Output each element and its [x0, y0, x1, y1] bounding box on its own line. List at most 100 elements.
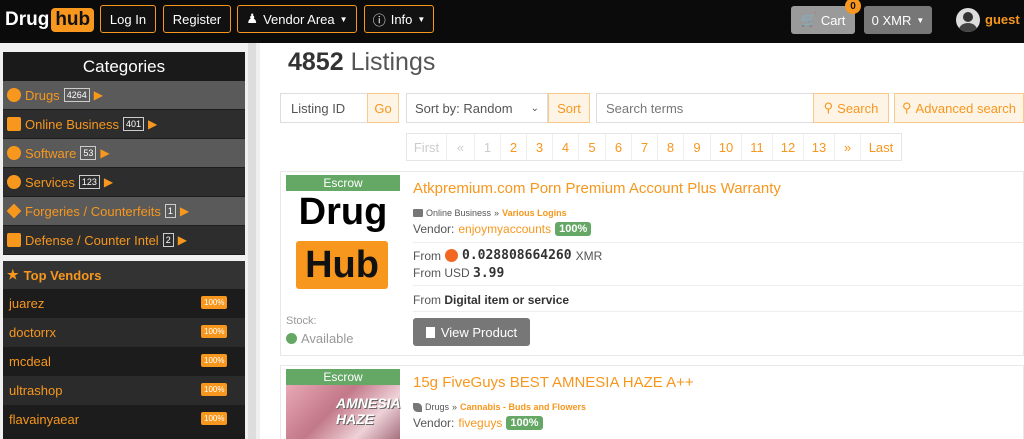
page-8[interactable]: 8	[658, 134, 684, 160]
register-button[interactable]: Register	[163, 5, 231, 33]
username[interactable]: guest	[985, 12, 1020, 27]
category-count: 4264	[63, 88, 90, 102]
caret-down-icon: ▼	[916, 15, 925, 25]
view-product-button[interactable]: View Product	[413, 318, 530, 346]
listing-id-input[interactable]: Listing ID	[280, 93, 368, 123]
top-navbar: Drug hub Log In Register ♟ Vendor Area ▼ …	[0, 0, 1024, 43]
globe-icon	[7, 146, 21, 160]
caret-down-icon: ▼	[417, 14, 426, 24]
category-count: 123	[78, 175, 100, 189]
category-defense[interactable]: Defense / Counter Intel 2 ▶	[3, 226, 245, 255]
ships-from: From Digital item or service	[413, 293, 570, 307]
page-2[interactable]: 2	[501, 134, 527, 160]
sort-button[interactable]: Sort	[548, 93, 590, 123]
page-next[interactable]: »	[835, 134, 861, 160]
vendor-item[interactable]: juarez 100%	[3, 289, 245, 318]
escrow-badge: Escrow	[286, 369, 400, 385]
category-online-business[interactable]: Online Business 401 ▶	[3, 110, 245, 139]
star-icon: ★	[7, 267, 19, 282]
listing-breadcrumb: Online Business » Various Logins	[413, 208, 567, 218]
page-4[interactable]: 4	[553, 134, 579, 160]
stock-label: Stock:	[286, 315, 317, 327]
top-vendors-title: ★ Top Vendors	[3, 261, 245, 289]
info-icon: ⓘ	[372, 12, 386, 28]
categories-panel: Categories Drugs 4264 ▶ Online Business …	[3, 52, 245, 255]
category-services[interactable]: Services 123 ▶	[3, 168, 245, 197]
search-button[interactable]: ⚲ Search	[813, 93, 889, 123]
vendor-rating-badge: 100%	[201, 296, 228, 309]
page-first[interactable]: First	[407, 134, 447, 160]
listing-title[interactable]: Atkpremium.com Porn Premium Account Plus…	[413, 180, 781, 197]
advanced-search-button[interactable]: ⚲ Advanced search	[894, 93, 1024, 123]
page-5[interactable]: 5	[579, 134, 606, 160]
page-1[interactable]: 1	[475, 134, 501, 160]
category-count: 2	[162, 233, 174, 247]
page-last[interactable]: Last	[861, 134, 901, 160]
monero-icon	[445, 249, 458, 262]
sort-select[interactable]: Sort by: Random ⌄	[406, 93, 548, 123]
vendor-rating-badge: 100%	[506, 416, 543, 430]
triangle-right-icon: ▶	[93, 88, 103, 102]
caret-down-icon: ▼	[339, 14, 348, 24]
user-search-icon: ⚲	[902, 100, 912, 115]
vendor-rating-badge: 100%	[201, 325, 228, 338]
listing-breadcrumb: Drugs » Cannabis - Buds and Flowers	[413, 402, 586, 412]
top-vendors-panel: ★ Top Vendors juarez 100% doctorrx 100% …	[3, 261, 245, 439]
page-3[interactable]: 3	[527, 134, 553, 160]
triangle-right-icon: ▶	[103, 175, 114, 189]
page-prev[interactable]: «	[447, 134, 475, 160]
available-dot-icon	[286, 333, 297, 344]
vendor-rating-badge: 100%	[555, 222, 592, 236]
page-9[interactable]: 9	[684, 134, 711, 160]
go-button[interactable]: Go	[367, 93, 399, 123]
page-10[interactable]: 10	[711, 134, 742, 160]
listings-main: 4852 Listings Listing ID Go Sort by: Ran…	[260, 43, 1024, 439]
vendor-item[interactable]: ultrashop 100%	[3, 376, 245, 405]
triangle-right-icon: ▶	[100, 146, 110, 160]
page-7[interactable]: 7	[632, 134, 658, 160]
page-6[interactable]: 6	[606, 134, 632, 160]
info-dropdown[interactable]: ⓘ Info ▼	[364, 5, 434, 33]
login-button[interactable]: Log In	[100, 5, 156, 33]
page-12[interactable]: 12	[773, 134, 804, 160]
currency-dropdown[interactable]: 0 XMR ▼	[864, 6, 932, 34]
avatar[interactable]	[956, 8, 980, 32]
user-circle-icon	[7, 175, 21, 189]
listing-thumbnail[interactable]: AMNESIA HAZE	[286, 385, 400, 439]
category-count: 401	[122, 117, 144, 131]
category-count: 53	[80, 146, 97, 160]
listing-card: Escrow Drug Hub Stock: Available Atkprem…	[280, 171, 1024, 356]
listing-vendor: Vendor: fiveguys 100%	[413, 416, 543, 430]
vendor-icon: ♟	[246, 11, 259, 26]
stock-status: Available	[286, 331, 354, 346]
vendor-item[interactable]: mcdeal 100%	[3, 347, 245, 376]
page-11[interactable]: 11	[742, 134, 773, 160]
page-13[interactable]: 13	[804, 134, 835, 160]
triangle-right-icon: ▶	[179, 204, 190, 218]
listing-card: Escrow AMNESIA HAZE 15g FiveGuys BEST AM…	[280, 365, 1024, 439]
category-drugs[interactable]: Drugs 4264 ▶	[3, 81, 245, 110]
vendor-item[interactable]: doctorrx 100%	[3, 318, 245, 347]
triangle-right-icon: ▶	[147, 117, 158, 131]
diamond-icon	[6, 203, 22, 219]
category-software[interactable]: Software 53 ▶	[3, 139, 245, 168]
listing-title[interactable]: 15g FiveGuys BEST AMNESIA HAZE A++	[413, 374, 694, 391]
cannabis-icon	[413, 402, 422, 412]
document-icon	[425, 326, 435, 338]
shield-icon	[7, 233, 21, 247]
search-icon: ⚲	[823, 100, 834, 115]
search-input[interactable]: Search terms	[596, 93, 814, 123]
site-logo[interactable]: Drug hub	[5, 7, 95, 33]
briefcase-icon	[7, 117, 21, 131]
briefcase-icon	[413, 209, 423, 217]
sidebar-scrollbar[interactable]	[248, 43, 256, 439]
price-usd: From USD 3.99	[413, 266, 505, 281]
category-forgeries[interactable]: Forgeries / Counterfeits 1 ▶	[3, 197, 245, 226]
chevron-down-icon: ⌄	[530, 102, 539, 114]
vendor-area-dropdown[interactable]: ♟ Vendor Area ▼	[237, 5, 357, 33]
pagination: First « 1 2 3 4 5 6 7 8 9 10 11 12 13 » …	[406, 133, 902, 161]
vendor-item[interactable]: flavainyaear 100%	[3, 405, 245, 434]
listing-thumbnail[interactable]: Drug Hub	[286, 191, 400, 295]
vendor-rating-badge: 100%	[201, 383, 228, 396]
price-xmr: From 0.028808664260 XMR	[413, 248, 603, 263]
